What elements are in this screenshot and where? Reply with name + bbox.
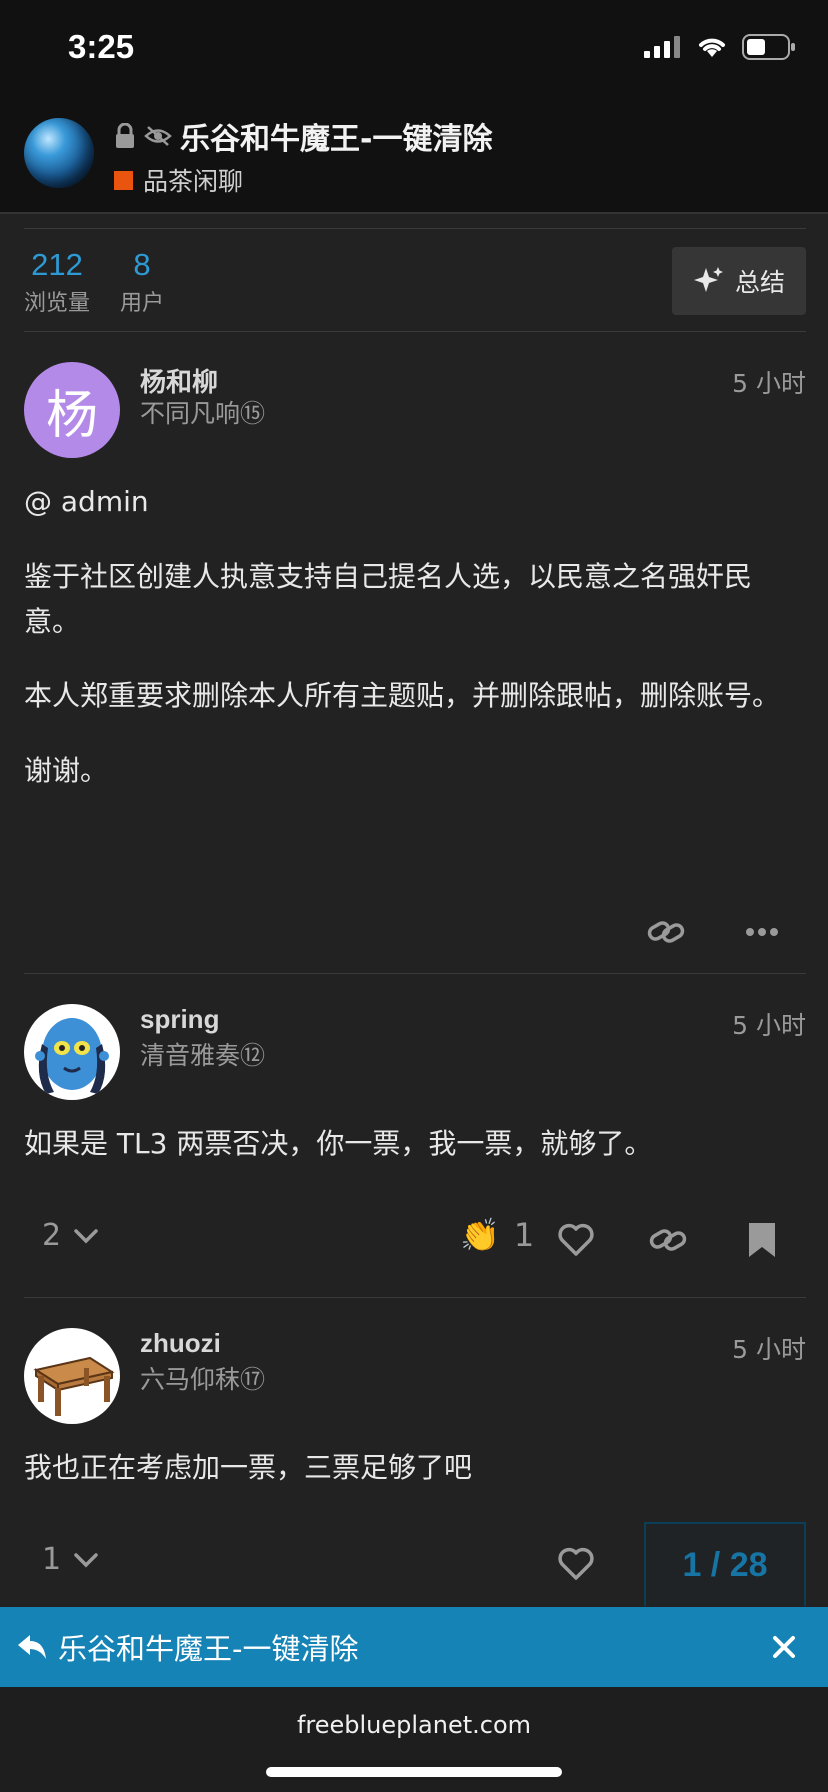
user-title: 不同凡响⑮ bbox=[140, 399, 266, 428]
summarize-button[interactable]: 总结 bbox=[672, 247, 806, 315]
reply-banner-title: 乐谷和牛魔王-一键清除 bbox=[58, 1632, 359, 1666]
username[interactable]: spring bbox=[140, 1004, 219, 1035]
post-divider bbox=[24, 1297, 806, 1298]
reply-draft-banner[interactable]: 乐谷和牛魔王-一键清除 bbox=[0, 1607, 828, 1687]
post-paragraph: 谢谢。 bbox=[24, 754, 109, 788]
post-paragraph: 如果是 TL3 两票否决，你一票，我一票，就够了。 bbox=[24, 1127, 653, 1160]
users-stat: 8 用户 bbox=[120, 247, 164, 317]
post-time[interactable]: 5 小时 bbox=[732, 1330, 806, 1366]
url-text[interactable]: freeblueplanet.com bbox=[0, 1711, 828, 1739]
post-divider bbox=[24, 973, 806, 974]
like-heart-icon[interactable] bbox=[556, 1544, 596, 1584]
category-name: 品茶闲聊 bbox=[143, 167, 244, 196]
chevron-down-icon bbox=[74, 1552, 98, 1567]
post-1: 杨 杨和柳 不同凡响⑮ 5 小时 @ admin 鉴于社区创建人执意支持自己提名… bbox=[24, 362, 806, 962]
share-link-icon[interactable] bbox=[648, 1220, 688, 1260]
browser-address-bar: freeblueplanet.com bbox=[0, 1687, 828, 1792]
lock-icon bbox=[116, 123, 134, 148]
post-body: 如果是 TL3 两票否决，你一票，我一票，就够了。 bbox=[24, 1122, 806, 1197]
topic-header: 乐谷和牛魔王-一键清除 品茶闲聊 bbox=[0, 100, 828, 214]
show-replies-button[interactable]: 1 bbox=[42, 1542, 99, 1577]
topic-stats: 212 浏览量 8 用户 总结 bbox=[24, 228, 806, 332]
topic-progress-indicator[interactable]: 1 / 28 bbox=[644, 1522, 806, 1606]
wifi-icon bbox=[699, 38, 725, 57]
user-title: 清音雅奏⑫ bbox=[140, 1041, 266, 1070]
user-title: 六马仰秣⑰ bbox=[140, 1365, 266, 1394]
post-time[interactable]: 5 小时 bbox=[732, 1006, 806, 1042]
post-2: spring 清音雅奏⑫ 5 小时 如果是 TL3 两票否决，你一票，我一票，就… bbox=[24, 1004, 806, 1294]
status-time: 3:25 bbox=[68, 28, 135, 65]
close-icon[interactable] bbox=[772, 1635, 796, 1659]
like-heart-icon[interactable] bbox=[556, 1220, 596, 1260]
status-bar: 3:25 bbox=[0, 0, 828, 100]
views-label: 浏览量 bbox=[24, 291, 91, 316]
home-indicator[interactable] bbox=[266, 1767, 562, 1777]
topic-title[interactable]: 乐谷和牛魔王-一键清除 bbox=[180, 114, 492, 158]
topic-title-row: 乐谷和牛魔王-一键清除 bbox=[114, 114, 492, 158]
post-body: @ admin 鉴于社区创建人执意支持自己提名人选，以民意之名强奸民意。 本人郑… bbox=[24, 480, 806, 824]
post-time[interactable]: 5 小时 bbox=[732, 364, 806, 400]
post-paragraph: 我也正在考虑加一票，三票足够了吧 bbox=[24, 1451, 473, 1484]
bookmark-icon[interactable] bbox=[742, 1220, 782, 1260]
clap-icon: 👏 bbox=[460, 1216, 500, 1254]
battery-icon bbox=[742, 34, 795, 60]
category-color-square bbox=[114, 170, 133, 190]
avatar[interactable]: 杨 bbox=[24, 362, 120, 458]
reaction-count: 1 bbox=[513, 1216, 535, 1254]
post-body: 我也正在考虑加一票，三票足够了吧 bbox=[24, 1446, 806, 1521]
post-paragraph: 本人郑重要求删除本人所有主题贴，并删除跟帖，删除账号。 bbox=[24, 679, 781, 713]
views-value: 212 bbox=[31, 247, 83, 282]
username[interactable]: zhuozi bbox=[140, 1328, 221, 1359]
avatar[interactable] bbox=[24, 1004, 120, 1100]
share-link-icon[interactable] bbox=[646, 912, 686, 952]
status-icons bbox=[644, 34, 796, 60]
views-stat: 212 浏览量 bbox=[24, 247, 90, 317]
sparkle-icon bbox=[693, 267, 723, 292]
signal-icon bbox=[644, 36, 680, 58]
post-actions: 2 👏 1 bbox=[24, 1210, 806, 1270]
chevron-down-icon bbox=[74, 1228, 98, 1243]
reply-count: 2 bbox=[42, 1218, 62, 1253]
mention-text[interactable]: @ admin bbox=[24, 480, 806, 525]
post-actions bbox=[24, 902, 806, 962]
users-label: 用户 bbox=[120, 291, 165, 316]
eye-slash-icon bbox=[144, 126, 172, 146]
site-logo[interactable] bbox=[24, 118, 94, 188]
reply-count: 1 bbox=[42, 1542, 62, 1577]
show-replies-button[interactable]: 2 bbox=[42, 1218, 99, 1253]
more-options-icon[interactable] bbox=[742, 912, 782, 952]
summarize-label: 总结 bbox=[734, 268, 785, 297]
category-badge[interactable]: 品茶闲聊 bbox=[114, 162, 243, 198]
avatar-letter: 杨 bbox=[45, 385, 98, 446]
post-paragraph: 鉴于社区创建人执意支持自己提名人选，以民意之名强奸民意。 bbox=[24, 559, 753, 638]
users-value: 8 bbox=[133, 247, 151, 282]
avatar[interactable] bbox=[24, 1328, 120, 1424]
reply-arrow-icon bbox=[18, 1635, 46, 1659]
reaction-button[interactable]: 👏 1 bbox=[460, 1216, 534, 1254]
